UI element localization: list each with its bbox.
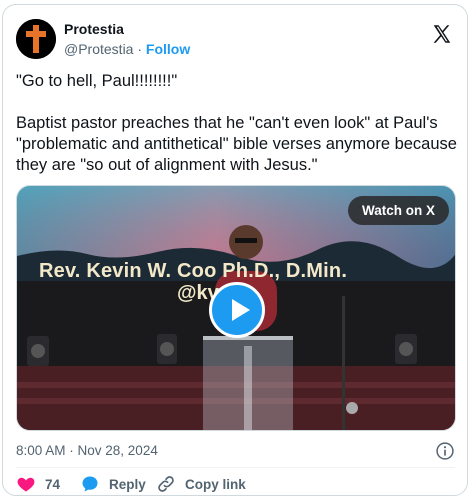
heart-icon — [17, 477, 35, 492]
cross-avatar-icon — [16, 19, 56, 59]
handle[interactable]: @Protestia — [64, 41, 133, 57]
info-icon[interactable] — [435, 441, 455, 461]
tweet-meta: 8:00 AM · Nov 28, 2024 — [16, 441, 455, 463]
tweet-quote-line: "Go to hell, Paul!!!!!!!!" — [16, 72, 178, 90]
reply-label: Reply — [109, 476, 146, 492]
video-banner-name: Rev. Kevin W. Coo Ph.D., D.Min. — [39, 260, 348, 282]
like-count: 74 — [45, 476, 61, 492]
play-icon — [232, 299, 250, 321]
handle-row: @Protestia · Follow — [64, 40, 190, 58]
play-button[interactable] — [209, 282, 265, 338]
timestamp[interactable]: 8:00 AM · Nov 28, 2024 — [16, 443, 158, 458]
author-names: Protestia @Protestia · Follow — [64, 20, 190, 58]
copy-link-button[interactable]: Copy link — [156, 474, 246, 494]
watch-on-x-button[interactable]: Watch on X — [348, 196, 449, 225]
display-name[interactable]: Protestia — [64, 20, 190, 38]
link-icon — [158, 476, 174, 492]
tweet-header: Protestia @Protestia · Follow — [16, 17, 455, 61]
video-player[interactable]: Rev. Kevin W. Coo Ph.D., D.Min. @kv Watc… — [16, 185, 456, 431]
tweet-card: Protestia @Protestia · Follow "Go to hel… — [2, 4, 468, 496]
x-logo-icon[interactable] — [431, 23, 453, 45]
tweet-description: Baptist pastor preaches that he "can't e… — [16, 114, 457, 174]
reply-button[interactable]: Reply — [80, 474, 146, 494]
tweet-body: "Go to hell, Paul!!!!!!!!" Baptist pasto… — [16, 71, 460, 176]
avatar[interactable] — [16, 19, 56, 59]
copy-link-label: Copy link — [185, 476, 246, 492]
follow-button[interactable]: Follow — [146, 41, 190, 57]
like-button[interactable]: 74 — [16, 474, 60, 494]
reply-bubble-icon — [82, 476, 98, 492]
handle-separator: · — [133, 41, 146, 57]
divider — [16, 467, 455, 468]
